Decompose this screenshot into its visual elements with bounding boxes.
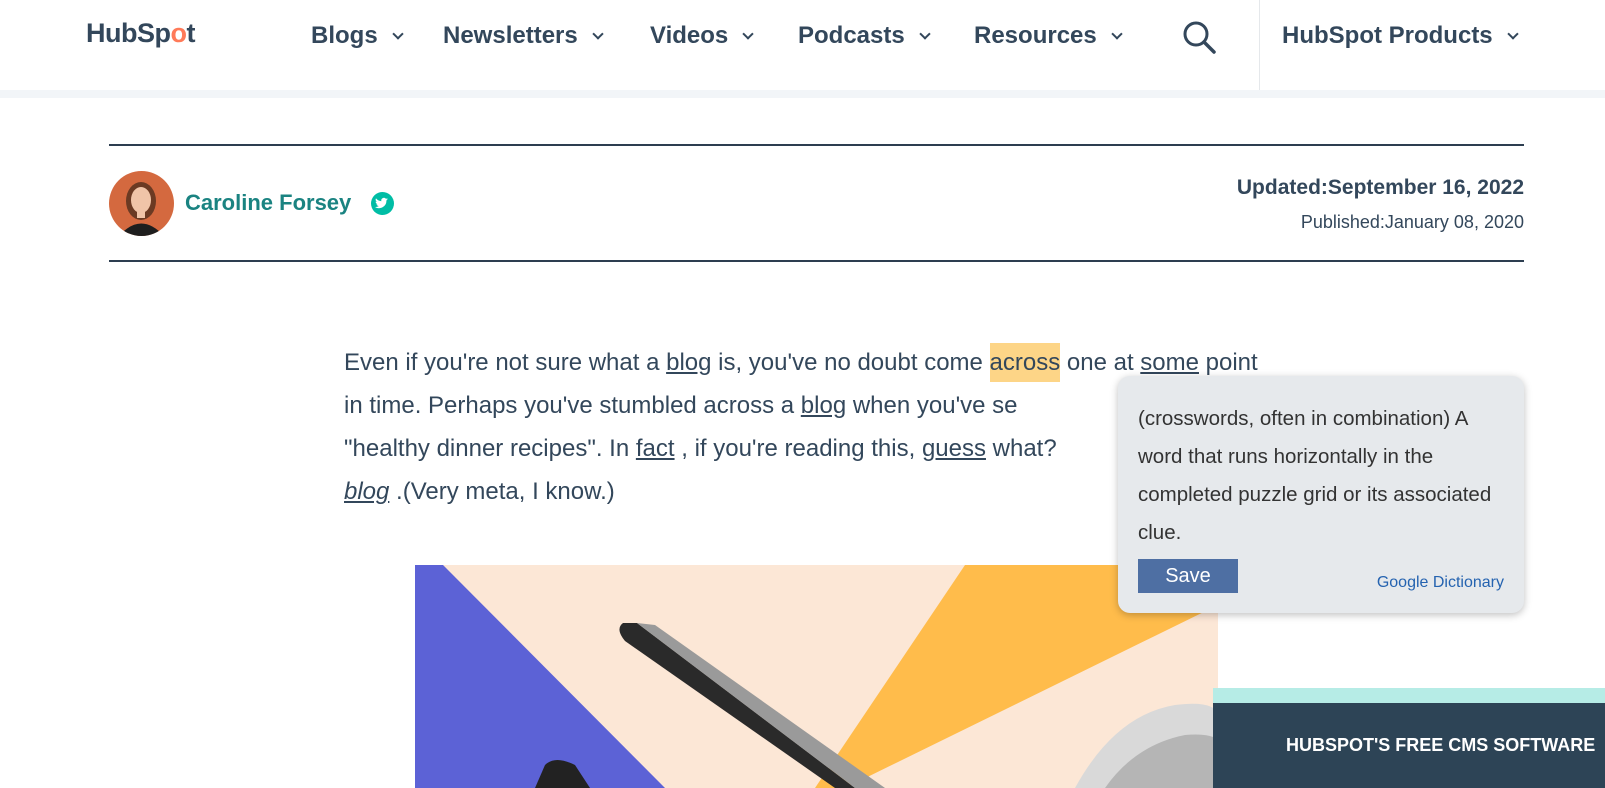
link-blog[interactable]: blog <box>666 349 711 376</box>
nav-hubspot-products[interactable]: HubSpot Products <box>1282 22 1519 50</box>
chevron-down-icon <box>1506 27 1519 40</box>
link-fact[interactable]: fact <box>636 435 675 462</box>
site-header: HubSpot Blogs Newsletters Videos Podcast… <box>0 0 1605 90</box>
link-some[interactable]: some <box>1140 349 1199 376</box>
author-avatar[interactable] <box>109 171 174 236</box>
nav-divider <box>1259 0 1260 90</box>
definition-text: (crosswords, often in combination) A wor… <box>1138 407 1492 544</box>
nav-videos[interactable]: Videos <box>650 22 754 50</box>
cms-banner-label: HUBSPOT'S FREE CMS SOFTWARE <box>1286 735 1596 755</box>
cms-banner-accent <box>1213 688 1605 704</box>
header-divider <box>0 90 1605 98</box>
author-name[interactable]: Caroline Forsey <box>185 190 351 216</box>
nav-newsletters[interactable]: Newsletters <box>443 22 604 50</box>
google-dictionary-link[interactable]: Google Dictionary <box>1377 574 1504 592</box>
nav-resources[interactable]: Resources <box>974 22 1123 50</box>
search-icon[interactable] <box>1180 18 1218 56</box>
hubspot-logo[interactable]: HubSpot <box>86 18 195 49</box>
save-button[interactable]: Save <box>1138 559 1238 593</box>
nav-podcasts[interactable]: Podcasts <box>798 22 931 50</box>
nav-blogs[interactable]: Blogs <box>311 22 404 50</box>
chevron-down-icon <box>1111 27 1123 40</box>
hero-image <box>415 565 1218 788</box>
selected-word: across <box>989 343 1061 382</box>
chevron-down-icon <box>919 27 931 40</box>
twitter-icon[interactable] <box>371 192 394 215</box>
chevron-down-icon <box>742 27 754 40</box>
chevron-down-icon <box>392 27 404 40</box>
published-date: Published:January 08, 2020 <box>1300 212 1524 232</box>
link-blog[interactable]: blog <box>344 478 389 505</box>
chevron-down-icon <box>592 27 604 40</box>
cms-banner[interactable]: HUBSPOT'S FREE CMS SOFTWARE <box>1213 703 1605 788</box>
dictionary-popup: (crosswords, often in combination) A wor… <box>1118 376 1524 613</box>
author-bar-top-rule <box>109 144 1524 146</box>
updated-date: Updated:September 16, 2022 <box>1236 176 1524 199</box>
link-guess[interactable]: guess <box>922 435 986 462</box>
link-blog[interactable]: blog <box>801 392 846 419</box>
author-bar-bottom-rule <box>109 260 1524 262</box>
